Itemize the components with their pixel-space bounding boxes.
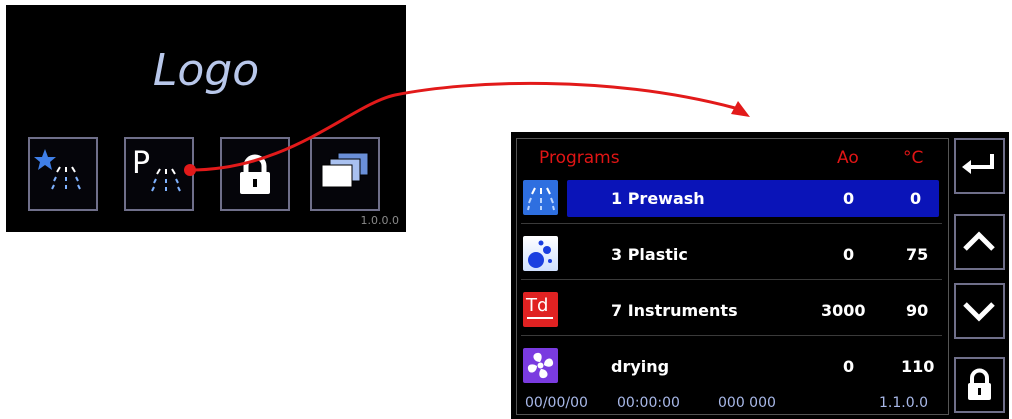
navigation-arrow (184, 81, 750, 176)
